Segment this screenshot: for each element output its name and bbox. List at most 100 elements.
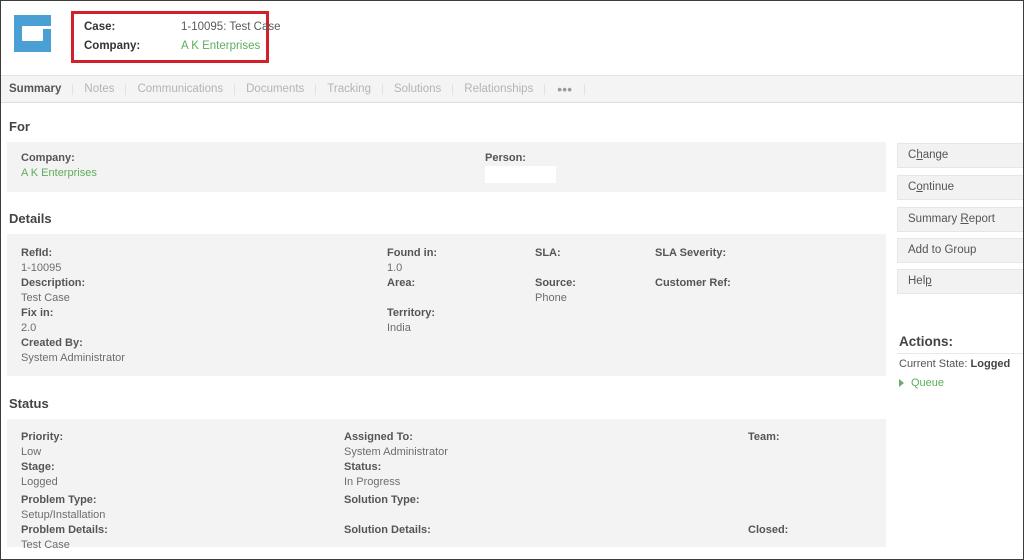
field-stage-label: Stage: xyxy=(21,461,55,473)
tab-communications[interactable]: Communications xyxy=(126,76,234,103)
add-to-group-button[interactable]: Add to Group xyxy=(897,238,1023,263)
company-row: Company: A K Enterprises xyxy=(84,40,262,57)
field-territory-value: India xyxy=(387,322,411,334)
field-description: Description: Test Case xyxy=(21,277,85,305)
summary-report-button-label: Summary Report xyxy=(908,213,995,225)
field-area-value xyxy=(387,292,415,305)
actions-title: Actions: xyxy=(899,334,953,349)
field-stage-value: Logged xyxy=(21,476,58,488)
current-state: Current State: Logged xyxy=(899,358,1010,370)
field-team-value xyxy=(748,446,780,459)
field-closed: Closed: xyxy=(748,524,788,552)
field-area: Area: xyxy=(387,277,415,305)
field-territory: Territory: India xyxy=(387,307,435,335)
field-problem-type: Problem Type: Setup/Installation xyxy=(21,494,105,522)
field-team: Team: xyxy=(748,431,780,459)
field-created-by-label: Created By: xyxy=(21,337,83,349)
field-refid: RefId: 1-10095 xyxy=(21,247,61,275)
field-problem-type-label: Problem Type: xyxy=(21,494,97,506)
case-header-highlight: Case: 1-10095: Test Case Company: A K En… xyxy=(71,11,281,63)
queue-action[interactable]: Queue xyxy=(899,377,944,389)
field-closed-value xyxy=(748,539,788,552)
field-priority-label: Priority: xyxy=(21,431,64,443)
details-panel: RefId: 1-10095 Description: Test Case Fi… xyxy=(7,234,886,376)
folder-body xyxy=(22,28,43,41)
field-assigned-to: Assigned To: System Administrator xyxy=(344,431,448,459)
help-button[interactable]: Help xyxy=(897,269,1023,294)
field-priority-value: Low xyxy=(21,446,42,458)
for-panel: Company: A K Enterprises Person: xyxy=(7,142,886,192)
field-found-in: Found in: 1.0 xyxy=(387,247,437,275)
case-value: 1-10095: Test Case xyxy=(181,21,281,33)
field-status-label: Status: xyxy=(344,461,382,473)
field-customer-ref-value xyxy=(655,292,731,305)
field-fix-in: Fix in: 2.0 xyxy=(21,307,53,335)
field-solution-details: Solution Details: xyxy=(344,524,431,552)
summary-report-button[interactable]: Summary Report xyxy=(897,207,1023,232)
tab-solutions[interactable]: Solutions xyxy=(383,76,452,103)
tab-summary[interactable]: Summary xyxy=(1,76,72,103)
for-section-title: For xyxy=(9,119,30,134)
field-company-label: Company: xyxy=(21,152,75,164)
field-solution-details-label: Solution Details: xyxy=(344,524,431,536)
company-label: Company: xyxy=(84,40,141,52)
field-company: Company: A K Enterprises xyxy=(21,152,97,180)
field-found-in-value: 1.0 xyxy=(387,262,403,274)
case-label: Case: xyxy=(84,21,116,33)
tab-documents[interactable]: Documents xyxy=(235,76,315,103)
add-to-group-button-label: Add to Group xyxy=(908,244,977,256)
status-section-title: Status xyxy=(9,396,49,411)
field-created-by-value: System Administrator xyxy=(21,352,125,364)
field-customer-ref: Customer Ref: xyxy=(655,277,731,305)
continue-button[interactable]: Continue xyxy=(897,175,1023,200)
field-area-label: Area: xyxy=(387,277,416,289)
field-person-label: Person: xyxy=(485,152,526,164)
field-refid-label: RefId: xyxy=(21,247,53,259)
field-source-value: Phone xyxy=(535,292,567,304)
field-refid-value: 1-10095 xyxy=(21,262,62,274)
field-team-label: Team: xyxy=(748,431,780,443)
field-description-label: Description: xyxy=(21,277,86,289)
field-stage: Stage: Logged xyxy=(21,461,58,489)
field-sla-label: SLA: xyxy=(535,247,561,259)
more-tabs-icon[interactable]: ••• xyxy=(545,76,584,103)
tab-bar: Summary Notes Communications Documents T… xyxy=(1,75,1023,103)
field-fix-in-value: 2.0 xyxy=(21,322,37,334)
change-button-label: Change xyxy=(908,149,949,161)
folder-icon xyxy=(14,15,53,52)
field-source-label: Source: xyxy=(535,277,576,289)
page-header: Case: 1-10095: Test Case Company: A K En… xyxy=(1,1,1023,75)
field-assigned-to-label: Assigned To: xyxy=(344,431,413,443)
field-solution-type-value xyxy=(344,509,420,522)
field-status-value: In Progress xyxy=(344,476,401,488)
field-assigned-to-value: System Administrator xyxy=(344,446,448,458)
help-button-label: Help xyxy=(908,275,932,287)
tab-notes[interactable]: Notes xyxy=(73,76,125,103)
continue-button-label: Continue xyxy=(908,181,955,193)
field-priority: Priority: Low xyxy=(21,431,63,459)
current-state-value: Logged xyxy=(970,358,1011,370)
change-button[interactable]: Change xyxy=(897,143,1023,168)
folder-glyph xyxy=(22,26,53,41)
field-description-value: Test Case xyxy=(21,292,70,304)
field-person: Person: xyxy=(485,152,526,165)
field-solution-type: Solution Type: xyxy=(344,494,420,522)
tab-list: Summary Notes Communications Documents T… xyxy=(1,76,586,103)
field-found-in-label: Found in: xyxy=(387,247,438,259)
company-link[interactable]: A K Enterprises xyxy=(181,40,260,52)
field-problem-details-label: Problem Details: xyxy=(21,524,108,536)
details-section-title: Details xyxy=(9,211,52,226)
case-row: Case: 1-10095: Test Case xyxy=(84,21,281,38)
queue-link[interactable]: Queue xyxy=(911,377,944,389)
triangle-right-icon xyxy=(899,379,904,388)
person-input[interactable] xyxy=(485,166,556,183)
field-sla-severity-label: SLA Severity: xyxy=(655,247,727,259)
field-sla-severity: SLA Severity: xyxy=(655,247,726,275)
field-company-value[interactable]: A K Enterprises xyxy=(21,167,97,180)
field-territory-label: Territory: xyxy=(387,307,436,319)
field-solution-type-label: Solution Type: xyxy=(344,494,420,506)
tab-relationships[interactable]: Relationships xyxy=(453,76,544,103)
tab-tracking[interactable]: Tracking xyxy=(316,76,382,103)
field-sla-value xyxy=(535,262,561,275)
field-solution-details-value xyxy=(344,539,431,552)
